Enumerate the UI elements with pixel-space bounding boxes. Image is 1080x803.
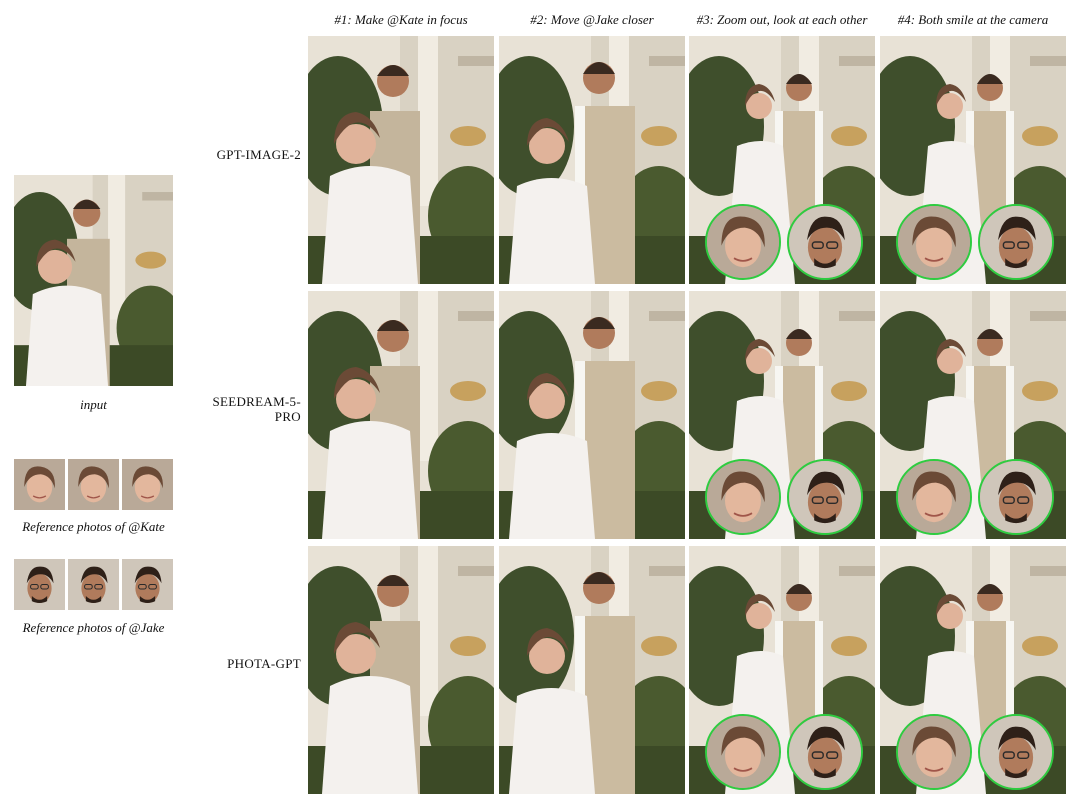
- kate-face-inset-icon: [896, 459, 972, 535]
- result-photo-seedream-5-pro-1: [308, 291, 494, 539]
- kate-reference-photo-3: [122, 459, 173, 510]
- jake-face-inset-icon: [978, 204, 1054, 280]
- input-photo: [14, 175, 173, 386]
- kate-reference-photo-2: [68, 459, 119, 510]
- column-header-4: #4: Both smile at the camera: [897, 12, 1049, 27]
- result-photo-gpt-image-2-1: [308, 36, 494, 284]
- kate-face-inset-icon: [896, 714, 972, 790]
- input-caption: input: [80, 397, 107, 412]
- jake-face-inset-icon: [787, 459, 863, 535]
- row-label-phota-gpt: PHOTA-GPT: [196, 656, 301, 671]
- kate-reference-caption: Reference photos of @Kate: [22, 519, 165, 534]
- kate-face-inset-icon: [896, 204, 972, 280]
- jake-reference-photo-1: [14, 559, 65, 610]
- jake-face-inset-icon: [978, 459, 1054, 535]
- row-label-gpt-image-2: GPT-IMAGE-2: [196, 147, 301, 162]
- row-label-line: SEEDREAM-5-: [212, 394, 301, 409]
- jake-reference-caption: Reference photos of @Jake: [22, 620, 165, 635]
- kate-face-inset-icon: [705, 714, 781, 790]
- result-photo-phota-gpt-1: [308, 546, 494, 794]
- jake-reference-photo-2: [68, 559, 119, 610]
- jake-face-inset-icon: [978, 714, 1054, 790]
- kate-face-inset-icon: [705, 204, 781, 280]
- jake-face-inset-icon: [787, 204, 863, 280]
- jake-reference-photo-3: [122, 559, 173, 610]
- column-header-1: #1: Make @Kate in focus: [334, 12, 468, 27]
- result-photo-phota-gpt-2: [499, 546, 685, 794]
- row-label-line: PRO: [274, 409, 301, 424]
- kate-face-inset-icon: [705, 459, 781, 535]
- column-header-3: #3: Zoom out, look at each other: [696, 12, 868, 27]
- result-photo-gpt-image-2-2: [499, 36, 685, 284]
- result-photo-seedream-5-pro-2: [499, 291, 685, 539]
- kate-reference-photo-1: [14, 459, 65, 510]
- row-label-line: GPT-IMAGE-2: [216, 147, 301, 162]
- row-label-seedream-5-pro: SEEDREAM-5- PRO: [196, 394, 301, 424]
- row-label-line: PHOTA-GPT: [227, 656, 301, 671]
- jake-face-inset-icon: [787, 714, 863, 790]
- column-header-2: #2: Move @Jake closer: [530, 12, 654, 27]
